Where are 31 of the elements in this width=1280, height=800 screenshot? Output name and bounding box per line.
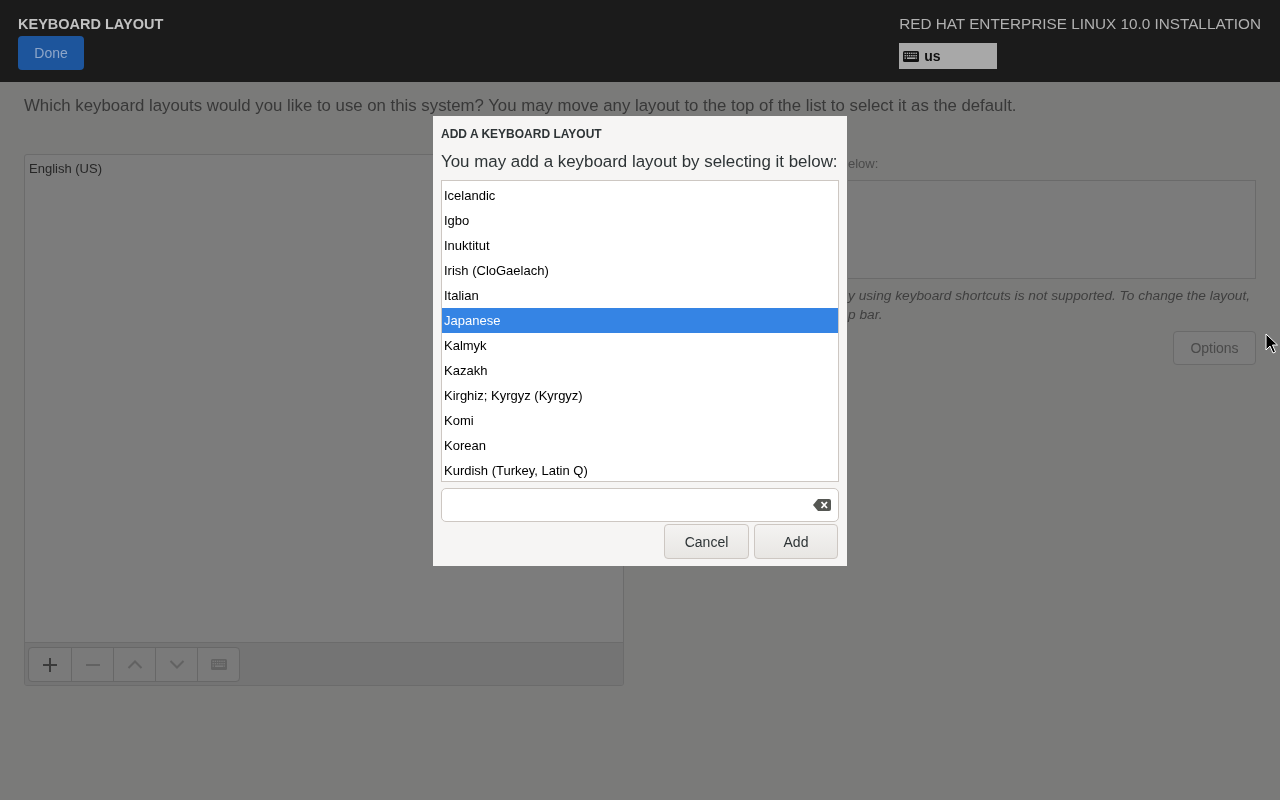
keyboard-layout-indicator[interactable]: us — [899, 43, 998, 69]
layout-list-item[interactable]: Japanese — [442, 308, 838, 333]
layout-list-item[interactable]: Kalmyk — [442, 333, 838, 358]
plus-icon — [42, 656, 58, 673]
cancel-button[interactable]: Cancel — [664, 524, 749, 559]
layout-list-item[interactable]: Icelandic — [442, 183, 838, 208]
layout-list-item[interactable]: Kurdish (Turkey, Latin Q) — [442, 458, 838, 481]
keyboard-icon — [903, 50, 920, 62]
layout-list-item[interactable]: Italian — [442, 283, 838, 308]
layout-list-item[interactable]: Igbo — [442, 208, 838, 233]
clear-icon[interactable] — [813, 499, 831, 511]
layout-list-item[interactable]: Irish (CloGaelach) — [442, 258, 838, 283]
note-text: p bar. — [848, 306, 883, 324]
layout-list-item[interactable]: Korean — [442, 433, 838, 458]
layout-list-item[interactable]: Kazakh — [442, 358, 838, 383]
note-text: y using keyboard shortcuts is not supported. To change the layout, — [848, 287, 1250, 305]
dialog-prompt: You may add a keyboard layout by selecting it below: — [441, 151, 839, 173]
keyboard-icon — [210, 659, 227, 670]
layout-list-item[interactable]: Kirghiz; Kyrgyz (Kyrgyz) — [442, 383, 838, 408]
instructions-text: Which keyboard layouts would you like to use on this system? You may move any layout to the top of the list to select it as the default. — [24, 97, 1018, 115]
add-button[interactable]: Add — [754, 524, 838, 559]
mouse-pointer-icon — [1265, 333, 1278, 354]
chevron-down-icon — [168, 660, 185, 669]
search-field[interactable] — [441, 488, 839, 522]
chevron-up-icon — [126, 660, 143, 669]
spoke-title: KEYBOARD LAYOUT — [18, 15, 164, 34]
layout-list-item[interactable]: Inuktitut — [442, 233, 838, 258]
dialog-title: ADD A KEYBOARD LAYOUT — [441, 126, 603, 142]
layout-list-item[interactable]: Komi — [442, 408, 838, 433]
layout-code-label: us — [924, 48, 941, 64]
product-title: RED HAT ENTERPRISE LINUX 10.0 INSTALLATION — [899, 14, 1261, 34]
